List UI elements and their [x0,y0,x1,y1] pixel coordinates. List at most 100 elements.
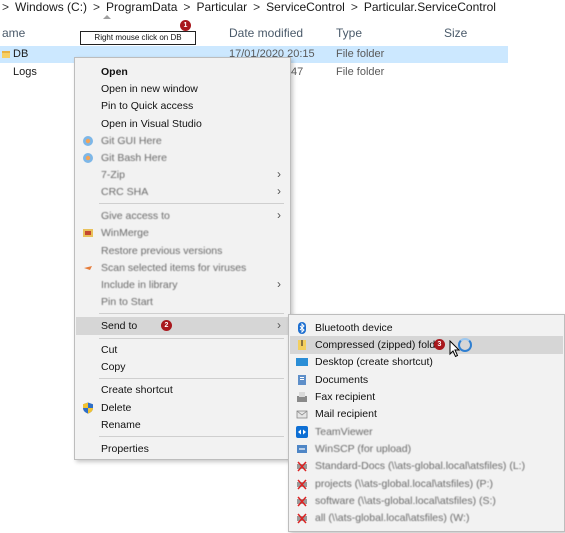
menu-item-label: Bluetooth device [315,322,393,334]
desktop-icon [296,358,308,366]
menu-item-rename[interactable]: Rename [76,416,289,434]
menu-item-label: software (\\ats-global.local\atsfiles) (… [315,495,496,507]
sendto-all[interactable]: all (\\ats-global.local\atsfiles) (W:) [290,509,563,527]
breadcrumb-separator-icon: > [2,0,10,14]
menu-item-include-library[interactable]: Include in library › [76,276,289,294]
network-drive-icon [297,513,307,524]
sendto-compressed-folder[interactable]: Compressed (zipped) folder [290,336,563,354]
sendto-projects[interactable]: projects (\\ats-global.local\atsfiles) (… [290,475,563,493]
menu-item-label: Open [101,66,128,78]
sendto-bluetooth[interactable]: Bluetooth device [290,319,563,337]
menu-item-send-to[interactable]: Send to › [76,317,289,335]
winmerge-icon [83,229,93,237]
menu-item-label: Scan selected items for viruses [101,262,247,274]
chevron-right-icon: › [277,277,281,291]
breadcrumb-item-programdata[interactable]: ProgramData [106,0,177,14]
breadcrumb-item-particular-servicecontrol[interactable]: Particular.ServiceControl [364,0,496,14]
menu-item-label: WinSCP (for upload) [315,443,412,455]
menu-item-pin-start[interactable]: Pin to Start [76,293,289,311]
sendto-teamviewer[interactable]: TeamViewer [290,423,563,441]
menu-item-label: Properties [101,443,149,455]
column-header-date-modified[interactable]: Date modified [229,26,303,40]
menu-item-label: Compressed (zipped) folder [315,339,445,351]
git-icon [83,153,93,163]
menu-item-copy[interactable]: Copy [76,358,289,376]
menu-item-label: TeamViewer [315,426,373,438]
step3-badge: 3 [434,339,445,350]
menu-item-label: Copy [101,361,126,373]
step1-callout: Right mouse click on DB [80,31,196,45]
send-to-submenu: Bluetooth device Compressed (zipped) fol… [288,314,565,532]
menu-item-delete[interactable]: Delete [76,399,289,417]
menu-item-label: Standard-Docs (\\ats-global.local\atsfil… [315,460,526,472]
menu-separator [99,436,284,437]
breadcrumb-item-servicecontrol[interactable]: ServiceControl [266,0,345,14]
fax-icon [297,392,307,402]
menu-item-crc-sha[interactable]: CRC SHA › [76,183,289,201]
sendto-software[interactable]: software (\\ats-global.local\atsfiles) (… [290,492,563,510]
column-header-name[interactable]: ame [2,26,25,40]
uac-shield-icon [83,402,93,414]
step1-badge: 1 [180,20,191,31]
menu-item-label: Restore previous versions [101,245,223,257]
sendto-desktop[interactable]: Desktop (create shortcut) [290,353,563,371]
menu-item-git-gui[interactable]: Git GUI Here [76,132,289,150]
sort-ascending-icon [103,15,111,19]
menu-separator [99,338,284,339]
breadcrumb-separator-icon: > [93,0,101,14]
menu-item-7zip[interactable]: 7-Zip › [76,166,289,184]
menu-item-label: projects (\\ats-global.local\atsfiles) (… [315,478,493,490]
menu-item-label: Pin to Quick access [101,100,194,112]
chevron-right-icon: › [277,167,281,181]
network-drive-icon [297,461,307,472]
menu-item-label: WinMerge [101,227,149,239]
menu-item-restore-versions[interactable]: Restore previous versions [76,242,289,260]
chevron-right-icon: › [277,184,281,198]
menu-item-create-shortcut[interactable]: Create shortcut [76,381,289,399]
menu-item-label: Pin to Start [101,296,153,308]
teamviewer-icon [296,426,308,438]
breadcrumb: > Windows (C:) > ProgramData > Particular > Ser… [0,0,496,14]
menu-item-label: Create shortcut [101,384,173,396]
menu-item-open[interactable]: Open [76,63,289,81]
sendto-standard-docs[interactable]: Standard-Docs (\\ats-global.local\atsfil… [290,457,563,475]
menu-item-git-bash[interactable]: Git Bash Here [76,149,289,167]
sendto-documents[interactable]: Documents [290,371,563,389]
menu-item-give-access[interactable]: Give access to › [76,207,289,225]
documents-icon [298,375,306,385]
menu-item-label: Git Bash Here [101,152,167,164]
menu-item-pin-quick-access[interactable]: Pin to Quick access [76,97,289,115]
menu-item-properties[interactable]: Properties [76,440,289,458]
sendto-mail[interactable]: Mail recipient [290,405,563,423]
breadcrumb-separator-icon: > [350,0,358,14]
column-header-size[interactable]: Size [444,26,467,40]
step2-badge: 2 [161,320,172,331]
sendto-fax[interactable]: Fax recipient [290,388,563,406]
menu-item-label: Mail recipient [315,408,377,420]
breadcrumb-item-drive[interactable]: Windows (C:) [15,0,87,14]
context-menu: Open Open in new window Pin to Quick acc… [74,57,291,460]
file-type: File folder [336,66,385,78]
menu-item-open-new-window[interactable]: Open in new window [76,80,289,98]
menu-item-open-visual-studio[interactable]: Open in Visual Studio [76,115,289,133]
breadcrumb-item-particular[interactable]: Particular [196,0,247,14]
sendto-winscp[interactable]: WinSCP (for upload) [290,440,563,458]
menu-item-label: Documents [315,374,369,386]
zip-folder-icon [298,340,306,350]
menu-item-label: CRC SHA [101,186,149,198]
menu-item-label: Open in new window [101,83,198,95]
menu-item-label: Delete [101,402,132,414]
network-drive-icon [297,496,307,507]
menu-item-label: Give access to [101,210,170,222]
menu-item-cut[interactable]: Cut [76,341,289,359]
menu-item-scan-viruses[interactable]: Scan selected items for viruses [76,259,289,277]
breadcrumb-separator-icon: > [183,0,191,14]
folder-icon [2,51,10,58]
column-header-type[interactable]: Type [336,26,362,40]
git-icon [83,136,93,146]
menu-item-winmerge[interactable]: WinMerge [76,224,289,242]
menu-separator [99,313,284,314]
menu-item-label: 7-Zip [101,169,125,181]
antivirus-icon [84,266,92,270]
menu-item-label: Open in Visual Studio [101,118,202,130]
